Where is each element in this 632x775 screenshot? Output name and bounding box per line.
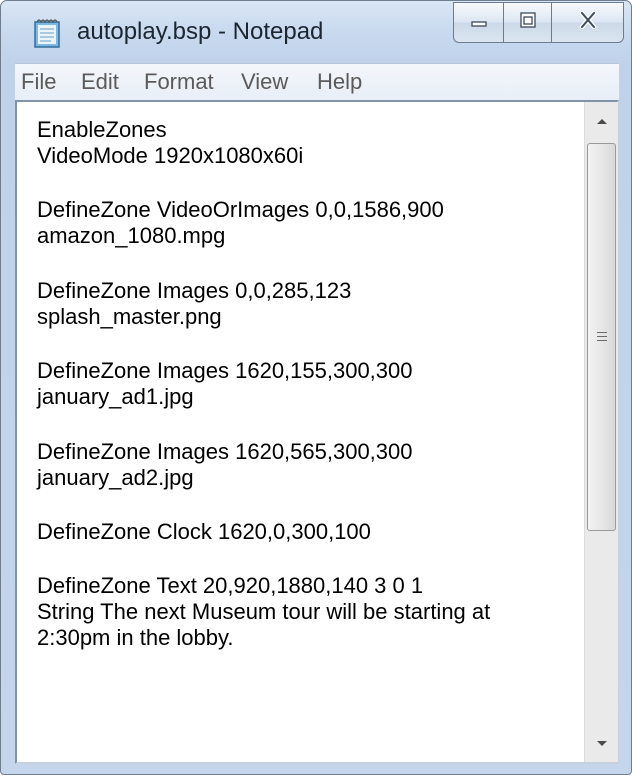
menu-view[interactable]: View <box>241 69 288 95</box>
minimize-icon <box>470 11 488 34</box>
text-line: january_ad1.jpg <box>37 384 194 409</box>
minimize-button[interactable] <box>453 2 503 43</box>
text-line: 2:30pm in the lobby. <box>37 625 234 650</box>
window-title: autoplay.bsp - Notepad <box>77 18 324 45</box>
text-line: splash_master.png <box>37 304 222 329</box>
caption-buttons <box>453 2 624 43</box>
close-icon <box>578 10 598 34</box>
text-line: DefineZone Images 0,0,285,123 <box>37 278 352 303</box>
text-line: DefineZone VideoOrImages 0,0,1586,900 <box>37 197 444 222</box>
text-line: VideoMode 1920x1080x60i <box>37 143 304 168</box>
scroll-up-button[interactable] <box>585 104 618 137</box>
text-line: DefineZone Images 1620,155,300,300 <box>37 358 413 383</box>
text-line: EnableZones <box>37 117 167 142</box>
menu-format[interactable]: Format <box>144 69 214 95</box>
notepad-icon[interactable] <box>31 17 65 49</box>
text-line: DefineZone Clock 1620,0,300,100 <box>37 519 371 544</box>
text-line: String The next Museum tour will be star… <box>37 599 491 624</box>
text-editor[interactable]: EnableZones VideoMode 1920x1080x60i Defi… <box>17 102 582 762</box>
close-button[interactable] <box>551 2 624 43</box>
text-line: DefineZone Text 20,920,1880,140 3 0 1 <box>37 573 424 598</box>
menu-bar: File Edit Format View Help <box>15 63 619 100</box>
notepad-window: autoplay.bsp - Notepad File Edit Format … <box>0 0 632 775</box>
scroll-up-arrow-icon <box>596 112 608 130</box>
maximize-icon <box>519 11 537 34</box>
menu-help[interactable]: Help <box>317 69 362 95</box>
title-bar[interactable]: autoplay.bsp - Notepad <box>1 1 631 59</box>
menu-edit[interactable]: Edit <box>81 69 119 95</box>
vertical-scrollbar[interactable] <box>584 102 618 762</box>
scroll-down-button[interactable] <box>585 727 618 760</box>
text-line: DefineZone Images 1620,565,300,300 <box>37 439 413 464</box>
scroll-down-arrow-icon <box>596 735 608 753</box>
grip-icon <box>597 332 607 341</box>
maximize-button[interactable] <box>503 2 551 43</box>
menu-file[interactable]: File <box>21 69 56 95</box>
text-line: amazon_1080.mpg <box>37 223 226 248</box>
text-line: january_ad2.jpg <box>37 465 194 490</box>
editor-area: EnableZones VideoMode 1920x1080x60i Defi… <box>15 100 619 764</box>
scroll-thumb[interactable] <box>587 143 616 531</box>
